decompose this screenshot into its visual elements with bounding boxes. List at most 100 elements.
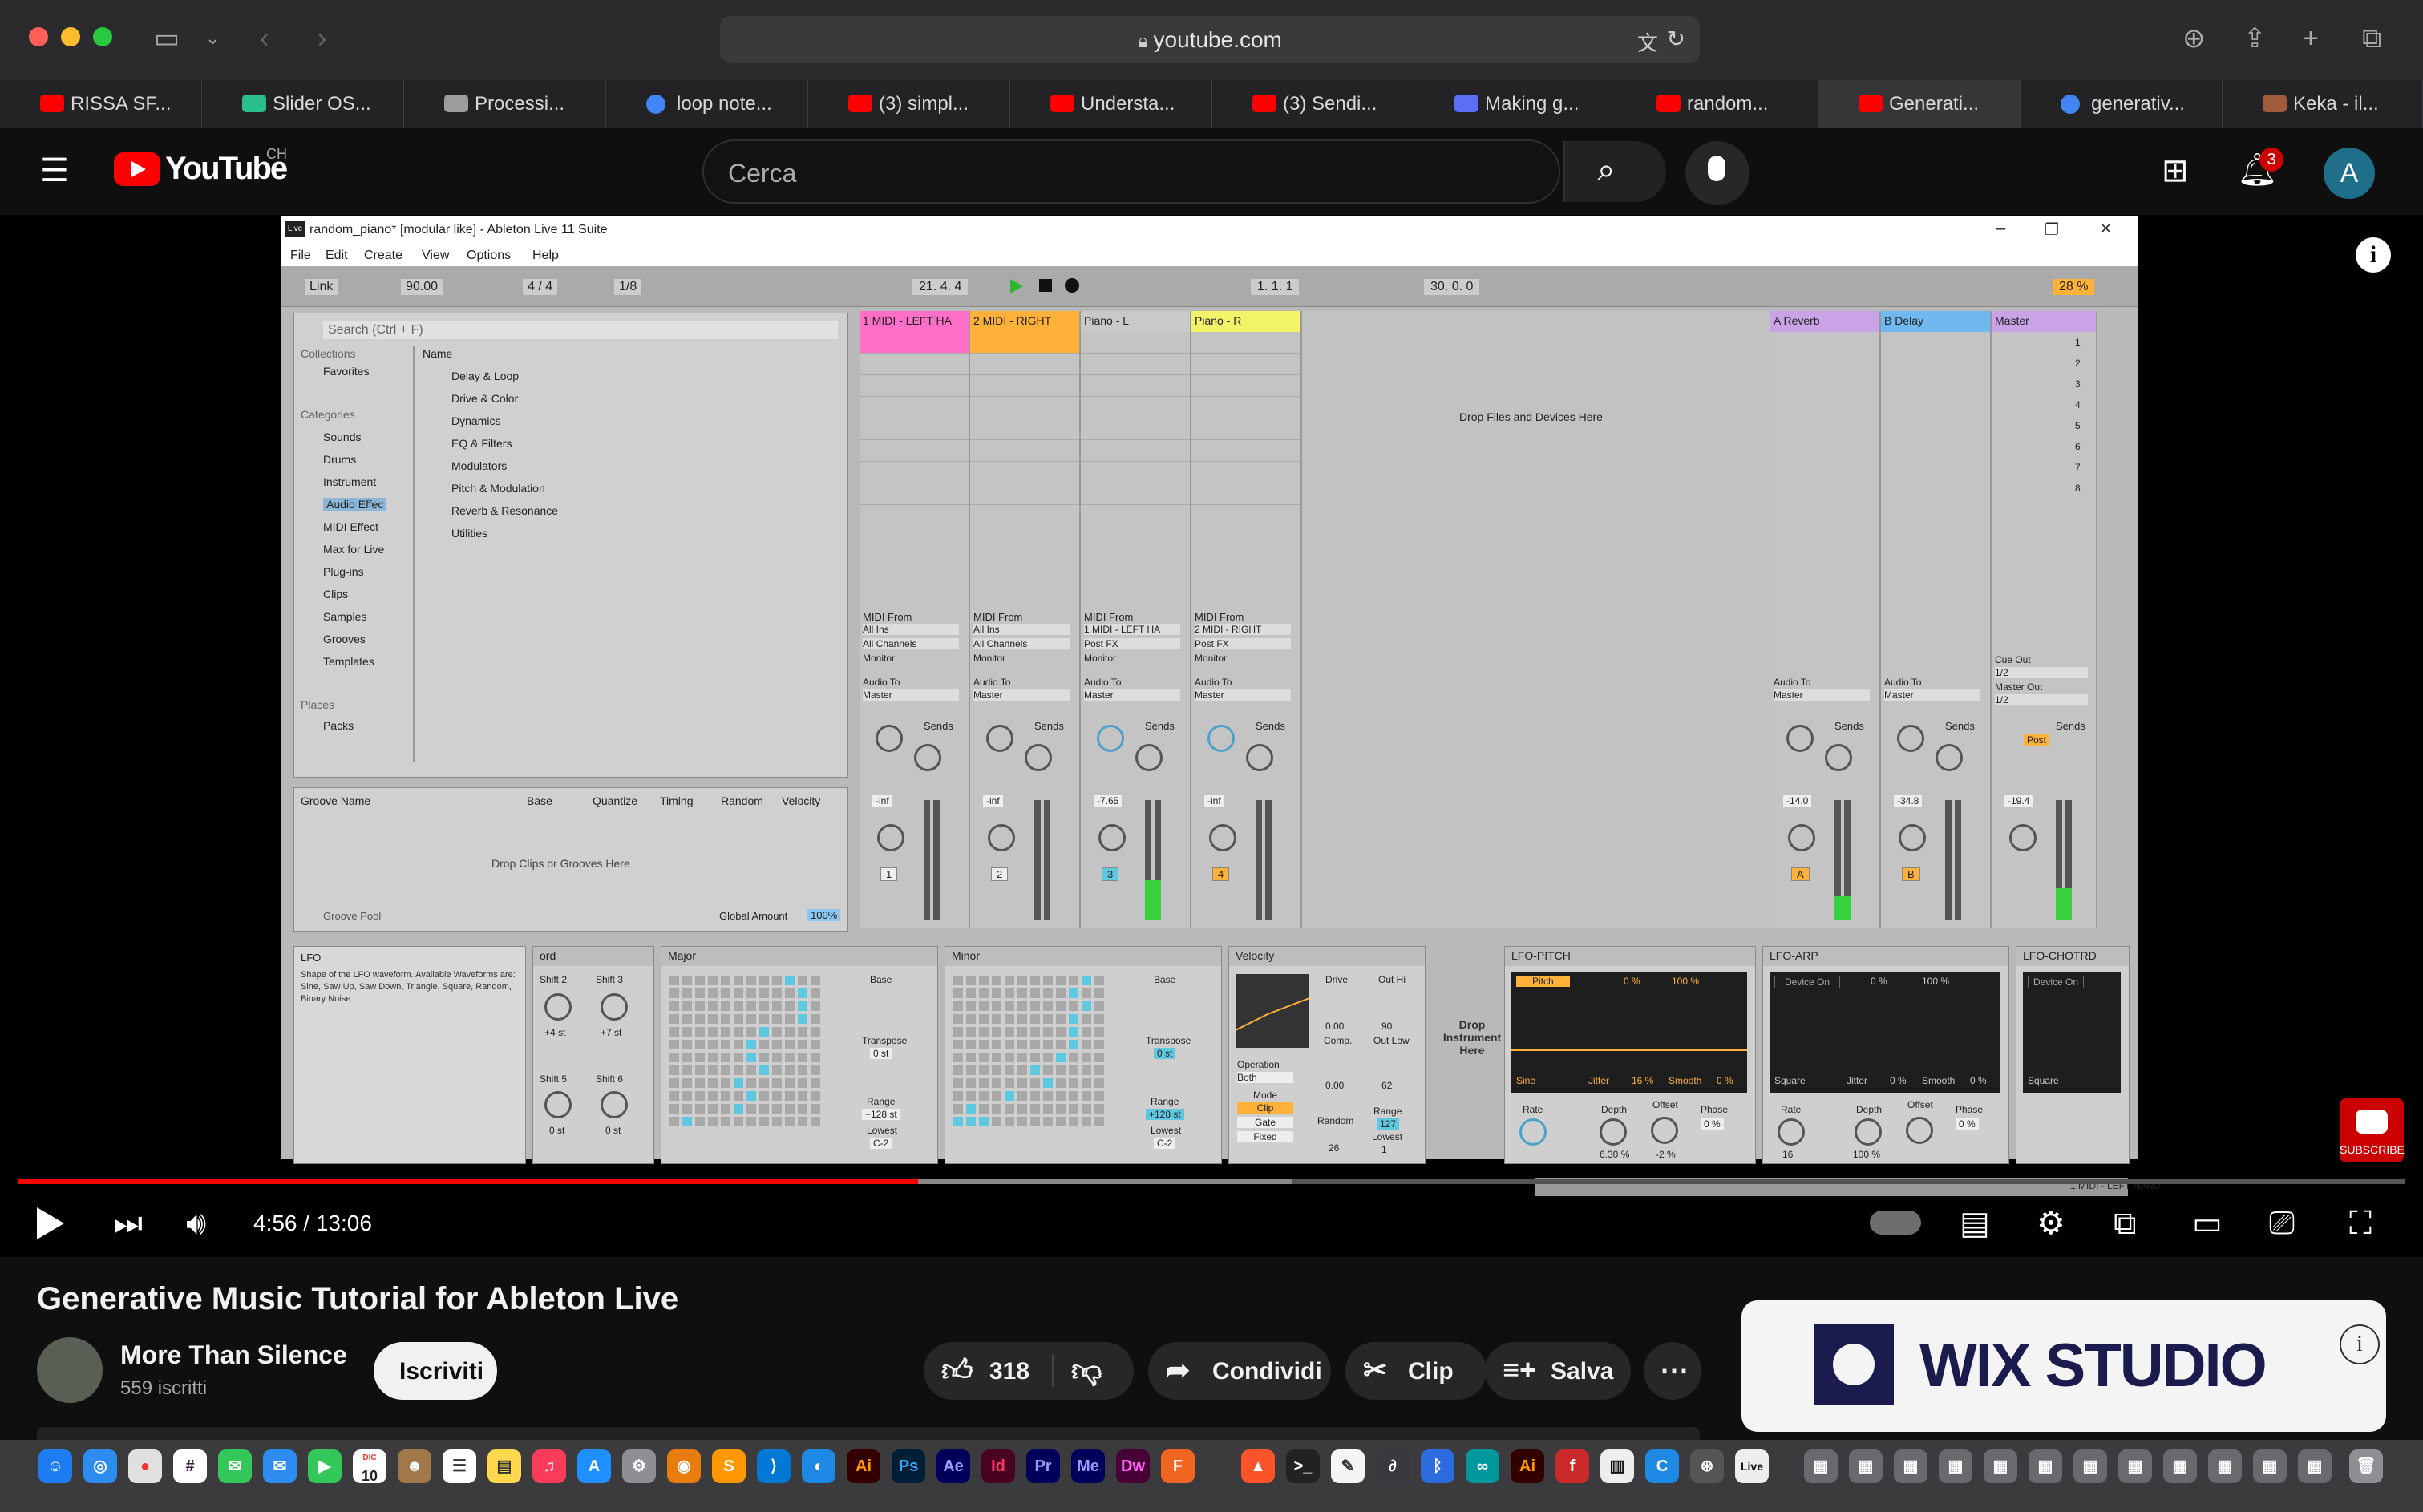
folder-stack-icon[interactable]: ▦ [2163,1449,2197,1483]
folder-stack-icon[interactable]: ▦ [2118,1449,2152,1483]
save-button[interactable]: ≡+ Salva [1485,1342,1631,1400]
cyberduck-icon[interactable]: C [1645,1449,1679,1483]
settings-icon[interactable]: ⚙ [622,1449,656,1483]
progress-bar[interactable] [18,1179,2405,1184]
like-icon[interactable]: 👍︎ [941,1353,973,1389]
notes-icon[interactable]: ▤ [487,1449,521,1483]
download-icon[interactable]: ⊕ [2182,22,2206,55]
tab[interactable]: random... [1616,80,1818,128]
folder-stack-icon[interactable]: ▦ [1984,1449,2017,1483]
cast-button[interactable]: ⎚ [2269,1199,2295,1247]
search-button[interactable]: ⌕ [1563,141,1666,202]
settings-button[interactable]: ⚙︎ [2037,1199,2065,1247]
description-box[interactable] [37,1427,1700,1440]
tab[interactable]: Making g... [1414,80,1616,128]
share-button[interactable]: ➦ Condividi [1148,1342,1331,1400]
vscode-icon[interactable]: ⟩ [757,1449,791,1483]
media-encoder-icon[interactable]: Me [1071,1449,1105,1483]
tab[interactable]: generativ... [2021,80,2223,128]
safari-icon[interactable]: ◎ [83,1449,117,1483]
folder-stack-icon[interactable]: ▦ [2253,1449,2287,1483]
tab[interactable]: loop note... [606,80,808,128]
music-icon[interactable]: ♫ [532,1449,566,1483]
blender-icon[interactable]: ◉ [667,1449,701,1483]
reminders-icon[interactable]: ☰ [443,1449,476,1483]
after-effects-icon[interactable]: Ae [936,1449,970,1483]
close-window-button[interactable] [29,27,48,46]
voice-search-button[interactable] [1685,141,1749,205]
folder-stack-icon[interactable]: ▦ [2073,1449,2107,1483]
folder-stack-icon[interactable]: ▦ [2208,1449,2242,1483]
volume-button[interactable]: 🔊︎ [186,1199,206,1247]
folder-stack-icon[interactable]: ▦ [1939,1449,1972,1483]
sublime-icon[interactable]: S [712,1449,746,1483]
proxyman-icon[interactable]: ◐ [802,1449,835,1483]
chevron-down-icon[interactable]: ⌄ [205,22,220,55]
indesign-icon[interactable]: Id [981,1449,1015,1483]
fullscreen-button[interactable]: ⛶ [2349,1199,2372,1247]
channel-avatar[interactable] [37,1337,103,1403]
max-icon[interactable]: ⊛ [1690,1449,1724,1483]
translate-icon[interactable]: 文 [1637,27,1658,57]
sidebar-icon[interactable]: ▭ [154,22,180,55]
folder-stack-icon[interactable]: ▦ [1804,1449,1838,1483]
calendar-icon[interactable]: DIC 10 [353,1449,386,1484]
more-actions-button[interactable]: ⋯ [1644,1342,1701,1400]
mail-icon[interactable]: ✉ [263,1449,297,1483]
fontself-icon[interactable]: F [1161,1449,1195,1483]
illustrator-icon[interactable]: Ai [847,1449,880,1483]
terminal-icon[interactable]: >_ [1286,1449,1320,1483]
facetime-icon[interactable]: ▶ [308,1449,342,1483]
reload-icon[interactable]: ↻ [1667,26,1685,52]
illustrator-icon[interactable]: Ai [1511,1449,1544,1483]
dislike-icon[interactable]: 👎︎ [1071,1353,1102,1389]
brave-icon[interactable]: ▲ [1241,1449,1275,1483]
forward-icon[interactable]: › [318,22,326,55]
photoshop-icon[interactable]: Ps [892,1449,925,1483]
tab[interactable]: (3) Sendi... [1212,80,1414,128]
textedit-icon[interactable]: ✎ [1331,1449,1365,1483]
ad-banner[interactable]: WIX STUDIO i [1741,1300,2386,1432]
messages-icon[interactable]: ✉ [218,1449,252,1483]
slack-icon[interactable]: # [173,1449,207,1483]
miniplayer-button[interactable]: ⧉ [2114,1199,2137,1247]
folder-stack-icon[interactable]: ▦ [2029,1449,2062,1483]
create-video-icon[interactable]: ⊞ [2162,152,2189,189]
tab[interactable]: Understa... [1010,80,1212,128]
play-button[interactable] [37,1199,64,1239]
tab[interactable]: Keka - il... [2223,80,2423,128]
next-button[interactable]: ⏭︎ [114,1199,143,1247]
tab[interactable]: Processi... [404,80,606,128]
new-tab-icon[interactable]: + [2303,22,2319,55]
subtitles-button[interactable]: ▤ [1960,1199,1990,1247]
subscribe-button[interactable]: Iscriviti [374,1342,497,1400]
flash-icon[interactable]: f [1555,1449,1589,1483]
address-bar[interactable]: 🔒︎ youtube.com 文 ↻ [720,16,1700,63]
avatar[interactable]: A [2324,148,2375,199]
share-icon[interactable]: ⇪ [2243,22,2267,55]
app-store-icon[interactable]: A [577,1449,611,1483]
search-input[interactable]: Cerca [728,159,796,188]
autoplay-toggle[interactable] [1870,1199,1921,1235]
folder-stack-icon[interactable]: ▦ [1849,1449,1883,1483]
clip-button[interactable]: ✂ Clip [1345,1342,1487,1400]
premiere-icon[interactable]: Pr [1026,1449,1060,1483]
tab[interactable]: Slider OS... [202,80,404,128]
tab-overview-icon[interactable]: ⧉ [2362,22,2381,55]
menu-icon[interactable]: ☰ [40,152,69,189]
arduino-icon[interactable]: ∞ [1466,1449,1499,1483]
dreamweaver-icon[interactable]: Dw [1116,1449,1150,1483]
video-info-icon[interactable]: i [2356,237,2391,273]
bluetooth-icon[interactable]: ᛒ [1421,1449,1454,1483]
channel-name[interactable]: More Than Silence [120,1340,347,1370]
tab-active[interactable]: Generati... [1818,80,2021,128]
ableton-live-icon[interactable]: Live [1735,1449,1769,1483]
subscribe-watermark[interactable]: SUBSCRIBE [2340,1098,2405,1162]
trash-icon[interactable]: 🗑︎ [2349,1449,2383,1483]
tab[interactable]: (3) simpl... [808,80,1010,128]
folder-stack-icon[interactable]: ▦ [2298,1449,2332,1483]
chrome-icon[interactable]: ● [128,1449,162,1483]
processing-icon[interactable]: ∂ [1376,1449,1410,1483]
ad-info-icon[interactable]: i [2340,1324,2380,1364]
tab[interactable]: RISSA SF... [0,80,202,128]
